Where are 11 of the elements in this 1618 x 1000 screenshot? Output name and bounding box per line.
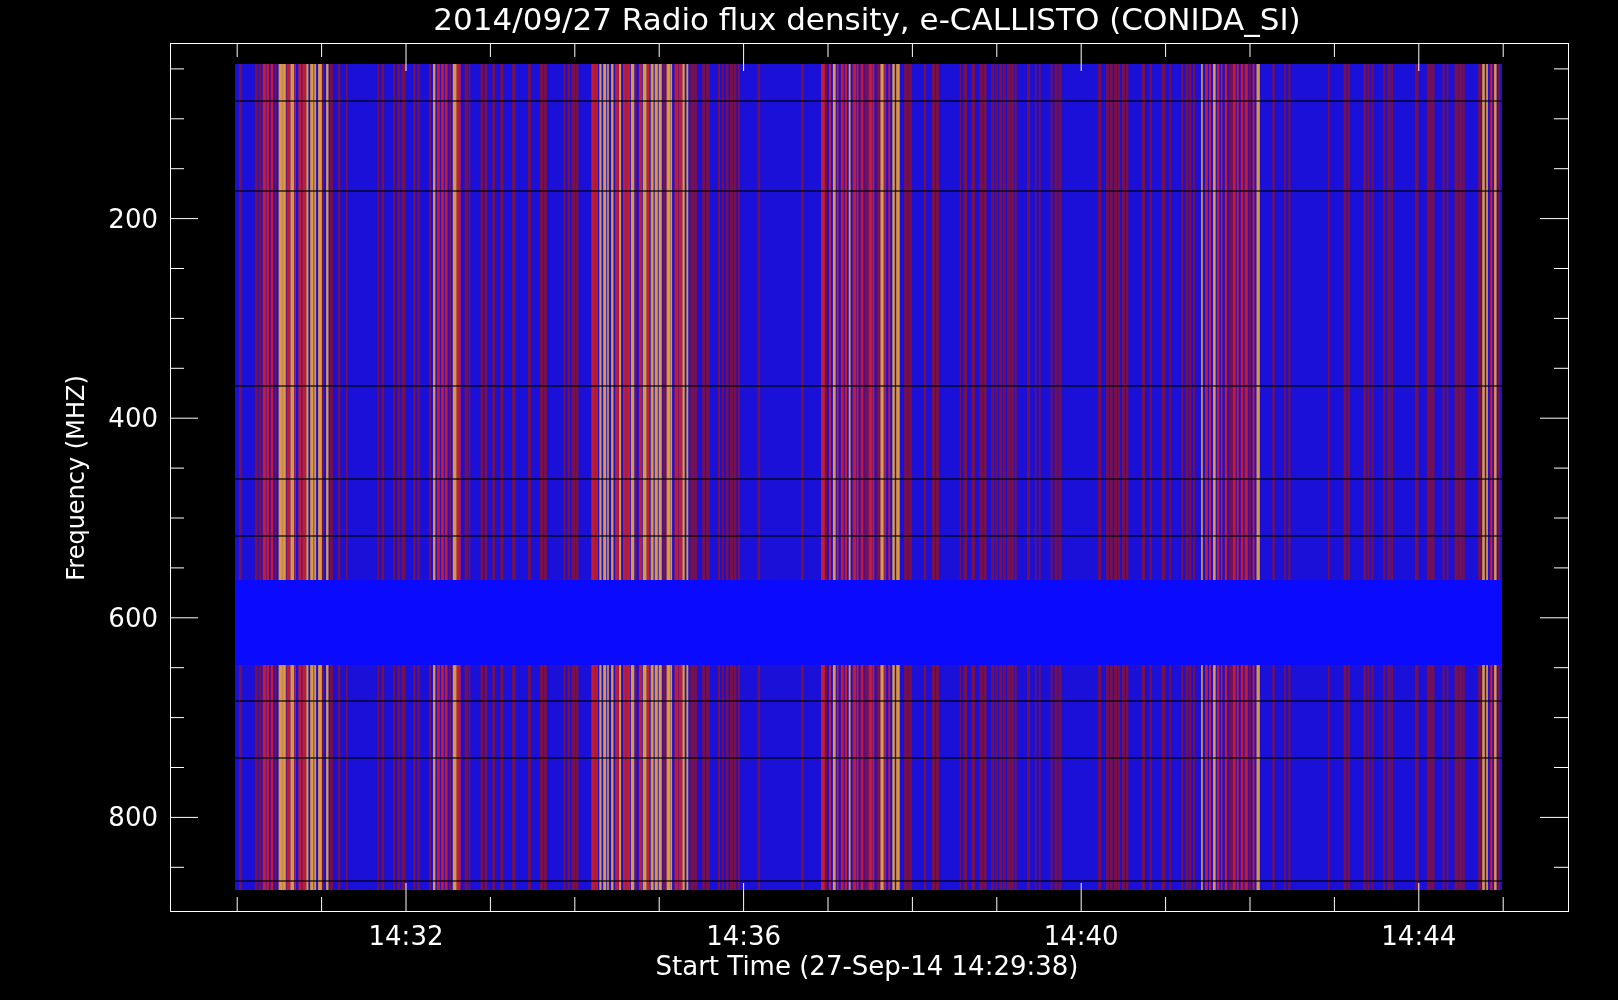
y-tick-label: 200 <box>108 203 158 234</box>
x-tick-label: 14:32 <box>368 921 444 951</box>
y-axis-label: Frequency (MHZ) <box>62 375 90 581</box>
y-tick-label: 600 <box>108 602 158 633</box>
x-tick-label: 14:44 <box>1381 921 1457 951</box>
x-tick-label: 14:40 <box>1043 921 1119 951</box>
chart-title: 2014/09/27 Radio flux density, e-CALLISTO (CONIDA_SI) <box>433 1 1301 37</box>
y-tick-label: 800 <box>108 802 158 833</box>
x-tick-label: 14:36 <box>706 921 782 951</box>
y-tick-label: 400 <box>108 403 158 434</box>
x-axis-label: Start Time (27-Sep-14 14:29:38) <box>655 951 1079 981</box>
